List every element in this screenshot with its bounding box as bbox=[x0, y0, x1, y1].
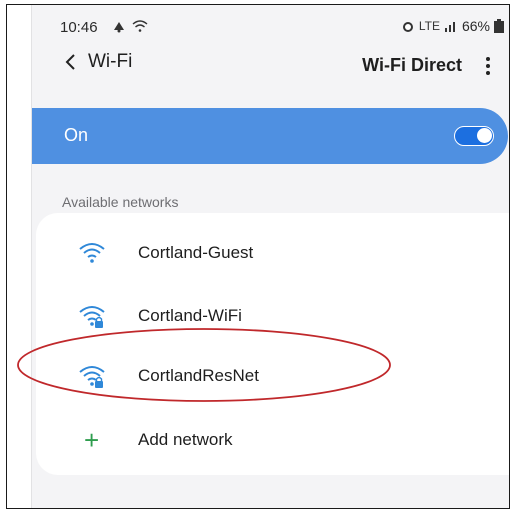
available-networks-heading: Available networks bbox=[62, 194, 179, 210]
network-item-cortland-guest[interactable]: Cortland-Guest bbox=[36, 223, 509, 283]
more-options-icon[interactable] bbox=[478, 53, 498, 79]
status-bar: 10:46 LTE 66% bbox=[32, 5, 509, 45]
back-arrow-icon bbox=[65, 54, 75, 70]
network-ssid: Cortland-Guest bbox=[138, 243, 254, 262]
add-network-label: Add network bbox=[138, 430, 233, 449]
back-button[interactable]: Wi-Fi bbox=[64, 51, 132, 73]
toggle-knob bbox=[477, 128, 492, 143]
signal-icon bbox=[444, 22, 455, 32]
header-bar: Wi-Fi Wi-Fi Direct bbox=[32, 47, 509, 91]
wifi-direct-button[interactable]: Wi-Fi Direct bbox=[362, 55, 462, 76]
plus-icon: + bbox=[84, 425, 100, 455]
phone-screen: 10:46 LTE 66% Wi-Fi Wi-Fi Direct On Avai… bbox=[31, 5, 509, 508]
alarm-icon bbox=[402, 22, 413, 32]
notification-icon bbox=[114, 22, 124, 33]
status-right: LTE 66% bbox=[401, 18, 504, 34]
page-title: Wi-Fi bbox=[88, 51, 133, 72]
wifi-icon bbox=[79, 243, 105, 263]
wifi-status-icon bbox=[132, 20, 148, 32]
wifi-toggle-switch[interactable] bbox=[454, 126, 494, 146]
add-network-button[interactable]: + Add network bbox=[36, 410, 509, 470]
status-time: 10:46 bbox=[60, 19, 98, 36]
battery-icon bbox=[494, 19, 504, 33]
highlight-circle-annotation bbox=[17, 328, 391, 402]
status-left-icons bbox=[112, 19, 148, 33]
wifi-state-label: On bbox=[64, 125, 89, 145]
screenshot-frame: 10:46 LTE 66% Wi-Fi Wi-Fi Direct On Avai… bbox=[6, 4, 510, 509]
network-ssid: Cortland-WiFi bbox=[138, 306, 242, 325]
battery-percent: 66% bbox=[461, 18, 490, 34]
network-type-label: LTE bbox=[418, 19, 440, 33]
wifi-master-toggle-bar[interactable]: On bbox=[32, 108, 508, 164]
